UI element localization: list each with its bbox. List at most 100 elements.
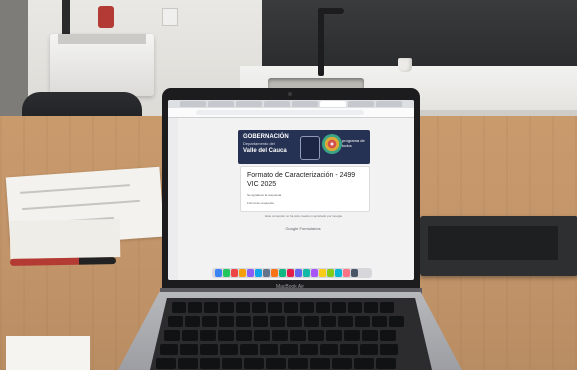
keyboard-key[interactable] — [338, 316, 353, 327]
browser-tab[interactable] — [376, 101, 402, 107]
keyboard-key[interactable] — [360, 344, 378, 355]
keyboard-key[interactable] — [290, 330, 306, 341]
keyboard-key[interactable] — [156, 358, 176, 369]
dock-app-icon[interactable] — [247, 269, 254, 277]
keyboard-key[interactable] — [340, 344, 358, 355]
keyboard-key[interactable] — [164, 330, 180, 341]
keyboard — [150, 298, 432, 370]
browser-tab-active[interactable] — [320, 101, 346, 107]
keyboard-key[interactable] — [236, 302, 250, 313]
keyboard-key[interactable] — [332, 358, 352, 369]
dock-app-icon[interactable] — [239, 269, 246, 277]
dock-app-icon[interactable] — [263, 269, 270, 277]
keyboard-key[interactable] — [272, 330, 288, 341]
dock-app-icon[interactable] — [271, 269, 278, 277]
browser-tab[interactable] — [236, 101, 262, 107]
keyboard-key[interactable] — [288, 358, 308, 369]
keyboard-key[interactable] — [362, 330, 378, 341]
keyboard-key[interactable] — [320, 344, 338, 355]
keyboard-key[interactable] — [168, 316, 183, 327]
dock-app-icon[interactable] — [231, 269, 238, 277]
faucet-arm — [318, 8, 344, 14]
keyboard-key[interactable] — [236, 330, 252, 341]
banner-title: GOBERNACIÓN — [243, 134, 289, 140]
mug — [398, 58, 412, 72]
keyboard-key[interactable] — [332, 302, 346, 313]
keyboard-key[interactable] — [200, 330, 216, 341]
crest-icon — [300, 136, 320, 160]
dock-app-icon[interactable] — [215, 269, 222, 277]
keyboard-key[interactable] — [160, 344, 178, 355]
keyboard-key[interactable] — [266, 358, 286, 369]
keyboard-key[interactable] — [304, 316, 319, 327]
browser-tab[interactable] — [264, 101, 290, 107]
keyboard-key[interactable] — [180, 344, 198, 355]
keyboard-key[interactable] — [321, 316, 336, 327]
form-title: Formato de Caracterización - 2499 VIC 20… — [247, 172, 356, 188]
keyboard-key[interactable] — [389, 316, 404, 327]
dock-app-icon[interactable] — [311, 269, 318, 277]
keyboard-key[interactable] — [200, 344, 218, 355]
keyboard-key[interactable] — [240, 344, 258, 355]
address-bar[interactable] — [196, 110, 364, 115]
keyboard-key[interactable] — [202, 316, 217, 327]
keyboard-key[interactable] — [308, 330, 324, 341]
keyboard-key[interactable] — [185, 316, 200, 327]
keyboard-key[interactable] — [220, 344, 238, 355]
browser-tab[interactable] — [180, 101, 206, 107]
keyboard-key[interactable] — [219, 316, 234, 327]
keyboard-key[interactable] — [310, 358, 330, 369]
browser-tab[interactable] — [292, 101, 318, 107]
google-forms-link[interactable]: Google Formularios — [258, 226, 348, 231]
dock-app-icon[interactable] — [287, 269, 294, 277]
keyboard-key[interactable] — [200, 358, 220, 369]
keyboard-key[interactable] — [260, 344, 278, 355]
keyboard-key[interactable] — [244, 358, 264, 369]
keyboard-key[interactable] — [380, 344, 398, 355]
dock-app-icon[interactable] — [327, 269, 334, 277]
keyboard-key[interactable] — [355, 316, 370, 327]
keyboard-key[interactable] — [364, 302, 378, 313]
keyboard-key[interactable] — [326, 330, 342, 341]
keyboard-key[interactable] — [220, 302, 234, 313]
keyboard-key[interactable] — [372, 316, 387, 327]
keyboard-key[interactable] — [182, 330, 198, 341]
paper-sheet-3 — [6, 336, 90, 370]
keyboard-key[interactable] — [188, 302, 202, 313]
keyboard-key[interactable] — [287, 316, 302, 327]
dock-app-icon[interactable] — [335, 269, 342, 277]
keyboard-key[interactable] — [300, 344, 318, 355]
dock-app-icon[interactable] — [319, 269, 326, 277]
keyboard-key[interactable] — [300, 302, 314, 313]
dock-app-icon[interactable] — [303, 269, 310, 277]
dock-app-icon[interactable] — [223, 269, 230, 277]
keyboard-key[interactable] — [284, 302, 298, 313]
keyboard-key[interactable] — [218, 330, 234, 341]
keyboard-key[interactable] — [172, 302, 186, 313]
keyboard-key[interactable] — [376, 358, 396, 369]
keyboard-key[interactable] — [252, 302, 266, 313]
browser-tab[interactable] — [208, 101, 234, 107]
keyboard-key[interactable] — [380, 302, 394, 313]
keyboard-key[interactable] — [270, 316, 285, 327]
keyboard-key[interactable] — [354, 358, 374, 369]
keyboard-key[interactable] — [253, 316, 268, 327]
dock-app-icon[interactable] — [351, 269, 358, 277]
keyboard-key[interactable] — [380, 330, 396, 341]
keyboard-key[interactable] — [236, 316, 251, 327]
keyboard-key[interactable] — [204, 302, 218, 313]
keyboard-key[interactable] — [268, 302, 282, 313]
browser-tab[interactable] — [348, 101, 374, 107]
keyboard-key[interactable] — [344, 330, 360, 341]
key-row — [172, 302, 394, 313]
keyboard-key[interactable] — [222, 358, 242, 369]
dock-app-icon[interactable] — [255, 269, 262, 277]
keyboard-key[interactable] — [348, 302, 362, 313]
dock-app-icon[interactable] — [279, 269, 286, 277]
dock-app-icon[interactable] — [343, 269, 350, 277]
keyboard-key[interactable] — [178, 358, 198, 369]
keyboard-key[interactable] — [280, 344, 298, 355]
keyboard-key[interactable] — [316, 302, 330, 313]
dock-app-icon[interactable] — [295, 269, 302, 277]
keyboard-key[interactable] — [254, 330, 270, 341]
